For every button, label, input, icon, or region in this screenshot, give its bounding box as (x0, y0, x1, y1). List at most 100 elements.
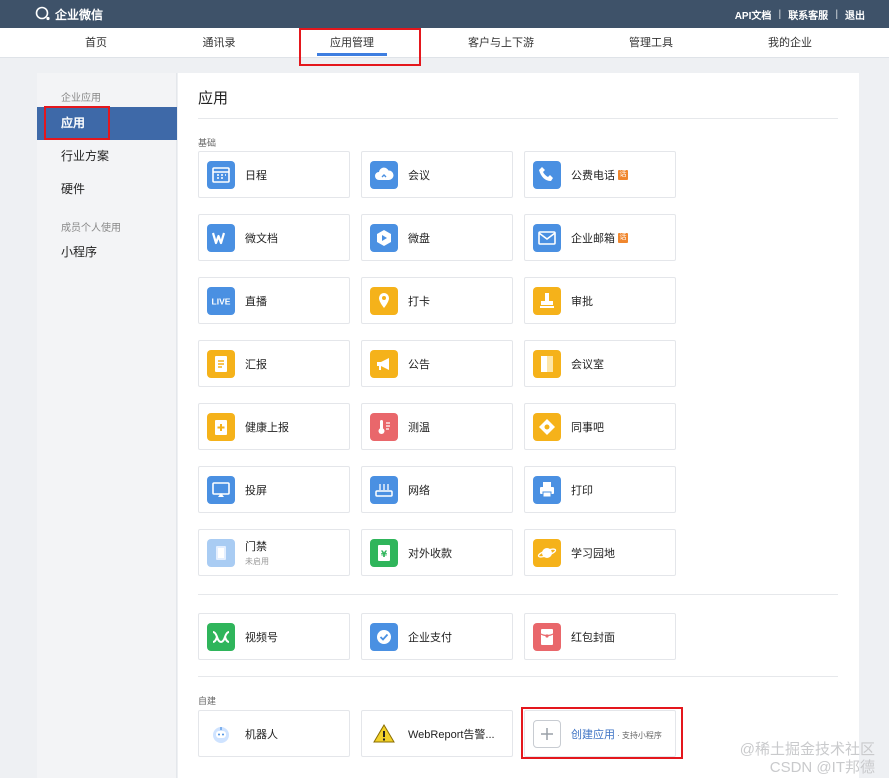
app-card-basic-7[interactable]: 打卡 (361, 277, 513, 324)
trial-badge: 话 (618, 169, 628, 180)
app-card-basic-20[interactable]: 学习园地 (524, 529, 676, 576)
live-icon: LIVE (207, 286, 235, 315)
app-card-extra-1[interactable]: 企业支付 (361, 613, 513, 660)
app-card-basic-1[interactable]: 会议 (361, 151, 513, 198)
svg-text:LIVE: LIVE (212, 296, 231, 306)
active-tab-indicator (317, 53, 387, 56)
nav-admin-tools[interactable]: 管理工具 (596, 28, 706, 58)
megaphone-icon (370, 349, 398, 378)
router-icon (370, 475, 398, 504)
nav-home[interactable]: 首页 (41, 28, 151, 58)
app-card-extra-0[interactable]: 视频号 (198, 613, 350, 660)
app-card-basic-6[interactable]: LIVE 直播 (198, 277, 350, 324)
divider (198, 118, 838, 119)
trial-badge: 话 (618, 232, 628, 243)
divider (198, 594, 838, 595)
calendar-icon (207, 160, 235, 189)
app-card-basic-2[interactable]: 公费电话话 (524, 151, 676, 198)
app-logo[interactable]: 企业微信 (34, 5, 103, 23)
app-card-basic-16[interactable]: 网络 (361, 466, 513, 513)
app-card-basic-14[interactable]: 同事吧 (524, 403, 676, 450)
top-bar: 企业微信 API文档 | 联系客服 | 退出 (0, 0, 889, 28)
app-card-basic-19[interactable]: ¥ 对外收款 (361, 529, 513, 576)
app-card-basic-15[interactable]: 投屏 (198, 466, 350, 513)
app-card-custom-1[interactable]: WebReport告警... (361, 710, 513, 757)
sidebar-item-industry[interactable]: 行业方案 (37, 140, 177, 173)
sidebar-item-miniprogram[interactable]: 小程序 (37, 236, 177, 269)
colleague-icon (533, 412, 561, 441)
nav-app-management-label: 应用管理 (330, 37, 374, 49)
cast-icon (207, 475, 235, 504)
app-name: 企业邮箱话 (571, 232, 628, 245)
app-card-basic-10[interactable]: 公告 (361, 340, 513, 387)
app-name: 直播 (245, 295, 267, 308)
sidebar-group-personal: 成员个人使用 (61, 223, 121, 234)
app-card-extra-2[interactable]: 红包封面 (524, 613, 676, 660)
section-label-custom: 自建 (198, 696, 217, 706)
plus-icon (533, 719, 561, 748)
report-icon (207, 349, 235, 378)
app-name: 会议 (408, 169, 430, 182)
app-card-basic-8[interactable]: 审批 (524, 277, 676, 324)
app-card-basic-4[interactable]: 微盘 (361, 214, 513, 261)
main-content: 应用 基础 日程 会议 公费电话话微文档 微盘 企业邮箱话 LIVE 直播 打卡 审批 汇报 公告 会… (178, 73, 859, 778)
red-envelope-icon (533, 622, 561, 651)
thermometer-icon (370, 412, 398, 441)
page-title: 应用 (198, 90, 229, 107)
phone-icon (533, 160, 561, 189)
app-card-custom-0[interactable]: 机器人 (198, 710, 350, 757)
app-card-basic-3[interactable]: 微文档 (198, 214, 350, 261)
cloud-meeting-icon (370, 160, 398, 189)
divider: | (778, 9, 782, 20)
door-icon (533, 349, 561, 378)
app-card-basic-0[interactable]: 日程 (198, 151, 350, 198)
nav-contacts[interactable]: 通讯录 (164, 28, 274, 58)
app-name: 打印 (571, 484, 593, 497)
w-doc-icon (207, 223, 235, 252)
app-name: 红包封面 (571, 631, 615, 644)
app-card-basic-13[interactable]: 测温 (361, 403, 513, 450)
app-name: 学习园地 (571, 547, 615, 560)
app-name: 健康上报 (245, 421, 289, 434)
app-name: 微盘 (408, 232, 430, 245)
contact-support-link[interactable]: 联系客服 (788, 7, 828, 22)
sidebar: 企业应用 应用 行业方案 硬件 成员个人使用 小程序 (37, 73, 177, 778)
logout-link[interactable]: 退出 (845, 7, 865, 22)
app-card-basic-17[interactable]: 打印 (524, 466, 676, 513)
app-card-basic-5[interactable]: 企业邮箱话 (524, 214, 676, 261)
door-access-icon (207, 538, 235, 567)
app-name: 审批 (571, 295, 593, 308)
app-card-basic-11[interactable]: 会议室 (524, 340, 676, 387)
watermark-csdn: CSDN @IT邦德 (769, 759, 875, 776)
app-name: 公费电话话 (571, 169, 628, 182)
robot-icon (207, 720, 235, 748)
svg-text:¥: ¥ (381, 550, 388, 560)
printer-icon (533, 475, 561, 504)
app-name: 视频号 (245, 631, 278, 644)
create-app-button[interactable]: 创建应用 · 支持小程序 (524, 710, 676, 757)
app-name: 同事吧 (571, 421, 604, 434)
top-links: API文档 | 联系客服 | 退出 (735, 7, 865, 22)
create-app-hint: · 支持小程序 (617, 730, 662, 740)
app-name: 汇报 (245, 358, 267, 371)
sidebar-item-apps[interactable]: 应用 (37, 107, 177, 140)
divider (198, 676, 838, 677)
nav-customers[interactable]: 客户与上下游 (446, 28, 556, 58)
stamp-icon (533, 286, 561, 315)
app-card-basic-18[interactable]: 门禁 未启用 (198, 529, 350, 576)
payment-icon: ¥ (370, 538, 398, 567)
app-card-basic-12[interactable]: 健康上报 (198, 403, 350, 450)
app-name: 会议室 (571, 358, 604, 371)
warning-icon (370, 720, 398, 748)
health-icon (207, 412, 235, 441)
app-name: 机器人 (245, 728, 278, 741)
create-app-label: 创建应用 (571, 728, 615, 741)
sidebar-item-hardware[interactable]: 硬件 (37, 173, 177, 206)
api-docs-link[interactable]: API文档 (735, 7, 772, 22)
nav-app-management[interactable]: 应用管理 (297, 28, 407, 58)
app-name: WebReport告警... (408, 728, 495, 741)
app-card-basic-9[interactable]: 汇报 (198, 340, 350, 387)
app-name: 测温 (408, 421, 430, 434)
nav-my-company[interactable]: 我的企业 (735, 28, 845, 58)
app-name: 公告 (408, 358, 430, 371)
